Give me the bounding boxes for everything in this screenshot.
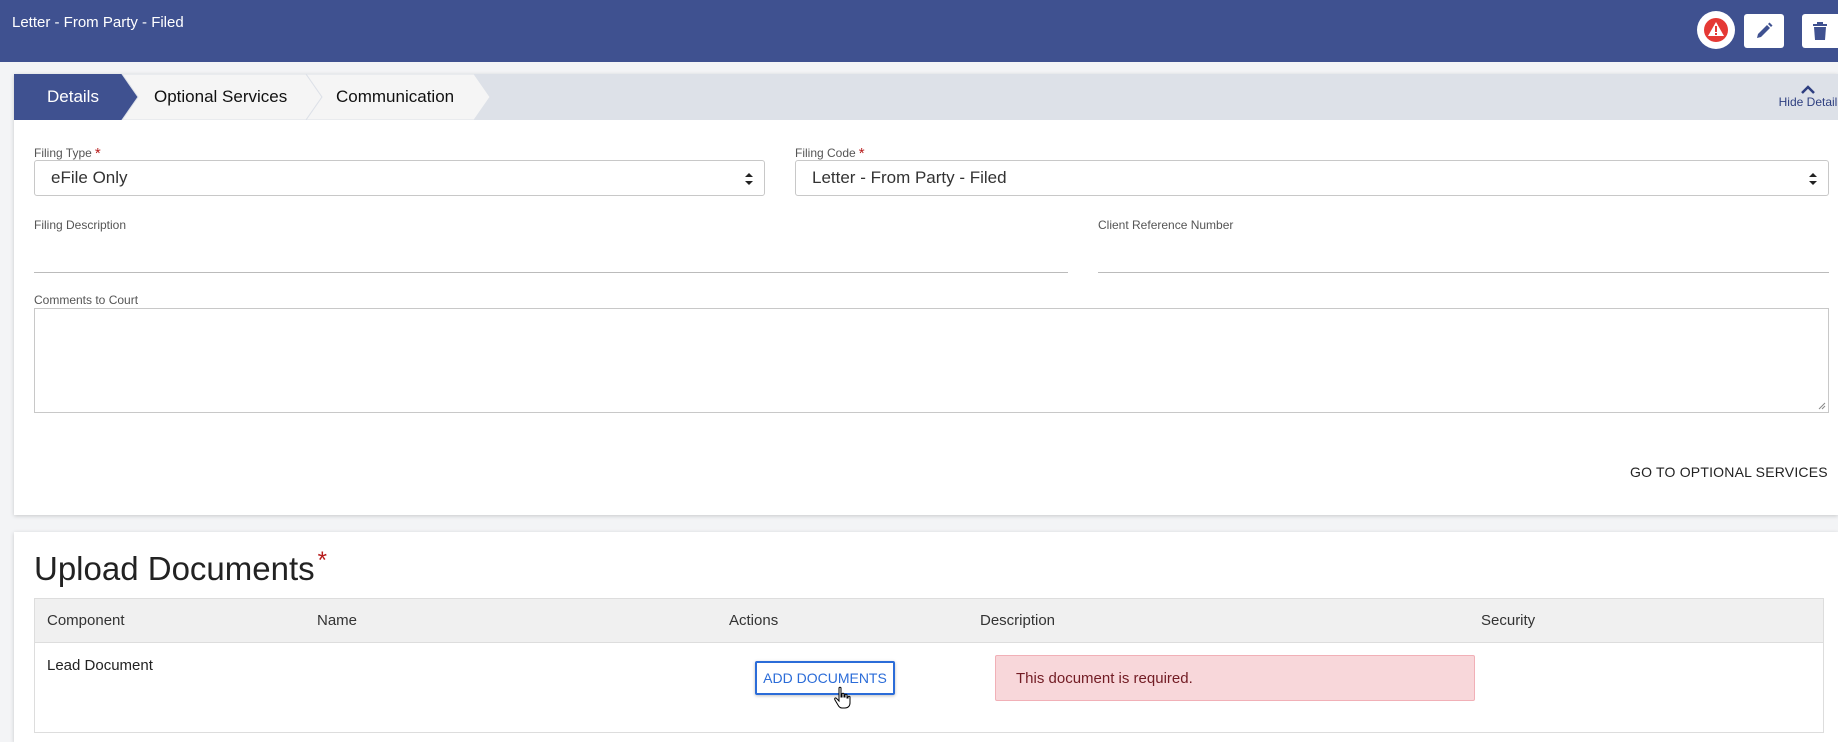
filing-details-card: Details Optional Services Communication … bbox=[14, 74, 1838, 515]
sort-arrows-icon bbox=[1809, 173, 1817, 185]
column-actions: Actions bbox=[729, 612, 779, 629]
page-title: Letter - From Party - Filed bbox=[12, 14, 184, 31]
column-name: Name bbox=[317, 612, 358, 629]
hide-detail-button[interactable]: Hide Detail bbox=[1778, 84, 1838, 109]
client-reference-label: Client Reference Number bbox=[1098, 218, 1234, 232]
tab-details[interactable]: Details bbox=[47, 74, 99, 120]
filing-type-select[interactable]: eFile Only bbox=[34, 160, 765, 196]
tab-bar: Details Optional Services Communication … bbox=[14, 74, 1838, 120]
column-description: Description bbox=[980, 612, 1056, 629]
alert-triangle-icon bbox=[1704, 18, 1728, 42]
row-component: Lead Document bbox=[47, 657, 153, 674]
document-required-error: This document is required. bbox=[995, 655, 1475, 701]
client-reference-input[interactable] bbox=[1098, 242, 1829, 273]
upload-documents-title: Upload Documents * bbox=[34, 547, 327, 587]
chevron-up-icon bbox=[1801, 85, 1815, 94]
filing-code-label: Filing Code * bbox=[795, 145, 865, 162]
upload-documents-card: Upload Documents * Component Name Actions… bbox=[14, 532, 1838, 742]
filing-code-select[interactable]: Letter - From Party - Filed bbox=[795, 160, 1829, 196]
hand-cursor-icon bbox=[834, 686, 851, 709]
comments-label: Comments to Court bbox=[34, 293, 139, 307]
column-component: Component bbox=[47, 612, 125, 629]
filing-type-label: Filing Type * bbox=[34, 145, 101, 162]
sort-arrows-icon bbox=[745, 173, 753, 185]
tab-optional-services[interactable]: Optional Services bbox=[154, 74, 287, 120]
alert-button[interactable] bbox=[1697, 11, 1735, 49]
delete-button[interactable] bbox=[1802, 14, 1838, 48]
documents-table-header: Component Name Actions Description Secur… bbox=[34, 598, 1824, 643]
edit-button[interactable] bbox=[1744, 14, 1784, 48]
filing-description-label: Filing Description bbox=[34, 218, 127, 232]
resize-handle-icon[interactable] bbox=[1816, 400, 1826, 410]
filing-description-input[interactable] bbox=[34, 242, 1068, 273]
pencil-icon bbox=[1757, 22, 1773, 38]
comments-textarea[interactable] bbox=[34, 308, 1829, 413]
trash-icon bbox=[1813, 22, 1827, 40]
app-header: Letter - From Party - Filed bbox=[0, 0, 1838, 62]
go-to-optional-services-button[interactable]: GO TO OPTIONAL SERVICES bbox=[1630, 464, 1828, 480]
column-security: Security bbox=[1481, 612, 1536, 629]
table-row: Lead Document ADD DOCUMENTS This documen… bbox=[34, 643, 1824, 733]
required-mark: * bbox=[317, 547, 327, 574]
tab-communication[interactable]: Communication bbox=[336, 74, 454, 120]
add-documents-button[interactable]: ADD DOCUMENTS bbox=[755, 661, 895, 695]
